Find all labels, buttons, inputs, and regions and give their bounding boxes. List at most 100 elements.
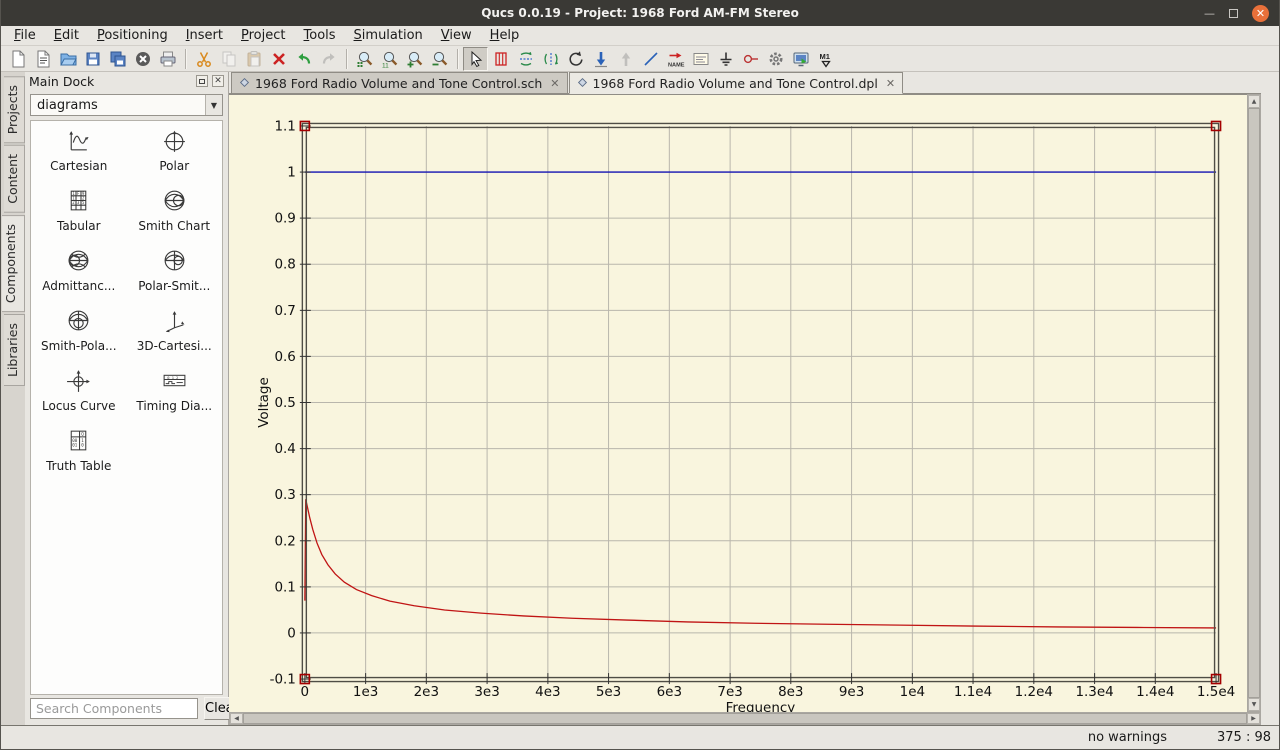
menu-file[interactable]: File [5,27,45,45]
diagram-item-polar-diagram[interactable]: Polar [127,127,223,187]
polar-diagram-icon [161,127,188,158]
diagram-item-polar-smith-diagram[interactable]: Polar-Smit... [127,247,223,307]
scroll-left-icon[interactable]: ◀ [230,713,243,724]
y-tick-label: 0.7 [274,303,295,319]
new-document-button[interactable] [5,47,30,71]
search-input[interactable] [30,698,198,719]
document-tab-0[interactable]: 1968 Ford Radio Volume and Tone Control.… [231,72,568,93]
diagram-item-timing-diagram[interactable]: 0 1 2Timing Dia... [127,367,223,427]
diagram-item-cartesian-diagram[interactable]: Cartesian [31,127,127,187]
document-tab-label: 1968 Ford Radio Volume and Tone Control.… [255,76,542,91]
cut-button[interactable] [191,47,216,71]
insert-label-button[interactable]: NAME [663,47,688,71]
diagram-item-label: Truth Table [46,459,111,473]
x-tick-label: 5e3 [596,684,621,700]
diagram-item-admittance-smith-diagram[interactable]: Admittanc... [31,247,127,307]
menu-insert[interactable]: Insert [177,27,232,45]
zoom-fit-button[interactable] [352,47,377,71]
close-file-button[interactable] [130,47,155,71]
component-category-select[interactable]: diagrams ▼ [30,94,223,116]
y-tick-label: 0.4 [274,441,295,457]
admittance-smith-diagram-icon [65,247,92,278]
side-tab-content[interactable]: Content [4,145,25,213]
simulate-button[interactable] [763,47,788,71]
document-area: 1968 Ford Radio Volume and Tone Control.… [229,72,1279,725]
save-all-button[interactable] [105,47,130,71]
insert-port-button[interactable] [738,47,763,71]
timing-diagram-icon: 0 1 2 [161,367,188,398]
select-button[interactable] [463,47,488,71]
svg-text:01: 01 [73,443,78,448]
menu-tools[interactable]: Tools [295,27,345,45]
diagram-item-cartesian3d-diagram[interactable]: 3D-Cartesi... [127,307,223,367]
delete-button[interactable] [266,47,291,71]
mirror-x-axis-button[interactable] [513,47,538,71]
zoom-one-to-one-button[interactable]: 11 [377,47,402,71]
paste-button[interactable] [241,47,266,71]
zoom-out-button[interactable] [427,47,452,71]
side-tab-components[interactable]: Components [2,215,25,312]
scroll-right-icon[interactable]: ▶ [1247,713,1260,724]
diagram[interactable]: 01e32e33e34e35e36e37e38e39e31e41.1e41.2e… [229,95,1247,712]
diagram-item-label: 3D-Cartesi... [137,339,212,353]
plot-canvas[interactable]: 01e32e33e34e35e36e37e38e39e31e41.1e41.2e… [229,94,1247,712]
insert-ground-button[interactable] [713,47,738,71]
status-warnings: no warnings [1088,730,1167,745]
tab-close-icon[interactable]: ✕ [886,77,895,90]
menu-simulation[interactable]: Simulation [345,27,432,45]
menu-project[interactable]: Project [232,27,295,45]
side-tab-libraries[interactable]: Libraries [4,314,25,386]
mirror-y-axis-button[interactable] [538,47,563,71]
save-file-button[interactable] [80,47,105,71]
menu-edit[interactable]: Edit [45,27,88,45]
vscroll-thumb[interactable] [1248,108,1260,698]
document-tab-1[interactable]: 1968 Ford Radio Volume and Tone Control.… [569,72,904,94]
menu-help[interactable]: Help [481,27,529,45]
push-into-subcircuit-button[interactable] [588,47,613,71]
copy-button[interactable] [216,47,241,71]
scroll-down-icon[interactable]: ▼ [1248,698,1260,711]
horizontal-scrollbar[interactable]: ◀ ▶ [229,712,1261,725]
tab-close-icon[interactable]: ✕ [550,77,559,90]
diagram-item-smith-chart-diagram[interactable]: Smith Chart [127,187,223,247]
menu-view[interactable]: View [432,27,481,45]
scroll-up-icon[interactable]: ▲ [1248,95,1260,108]
rotate-button[interactable] [563,47,588,71]
deactivate-component-button[interactable] [488,47,513,71]
insert-equation-button[interactable] [688,47,713,71]
diagram-item-label: Smith Chart [138,219,210,233]
zoom-in-button[interactable] [402,47,427,71]
vertical-scrollbar[interactable]: ▲ ▼ [1247,94,1261,712]
menu-positioning[interactable]: Positioning [88,27,177,45]
undo-button[interactable] [291,47,316,71]
app-window: Qucs 0.0.19 - Project: 1968 Ford AM-FM S… [0,0,1280,750]
y-tick-label: 0.9 [274,211,295,227]
close-icon[interactable]: ✕ [1252,5,1269,22]
set-marker-button[interactable]: M1 [813,47,838,71]
new-text-document-button[interactable] [30,47,55,71]
print-button[interactable] [155,47,180,71]
x-tick-label: 1.4e4 [1136,684,1174,700]
dock-float-icon[interactable] [196,75,208,87]
redo-button[interactable] [316,47,341,71]
side-tab-strip: ProjectsContentComponentsLibraries [1,72,25,725]
hscroll-thumb[interactable] [243,713,1247,724]
dock-close-icon[interactable]: ✕ [212,75,224,87]
side-tab-projects[interactable]: Projects [4,76,25,143]
red-trace[interactable] [305,499,1216,628]
main-dock: Main Dock ✕ diagrams ▼ CartesianPolar1F9… [25,72,229,725]
view-data-display-button[interactable] [788,47,813,71]
diagram-item-locus-curve-diagram[interactable]: Locus Curve [31,367,127,427]
pop-out-button[interactable] [613,47,638,71]
maximize-icon[interactable] [1229,9,1238,18]
document-tab-bar: 1968 Ford Radio Volume and Tone Control.… [229,72,1261,94]
y-tick-label: 0.5 [274,395,295,411]
insert-wire-button[interactable] [638,47,663,71]
diagram-item-truth-table-diagram[interactable]: Q001010Truth Table [31,427,127,487]
diagram-item-tabular-diagram[interactable]: 1F912235Tabular [31,187,127,247]
minimize-icon[interactable]: — [1204,8,1215,19]
toolbar: 11 NAME M1 [1,46,1279,72]
diagram-item-smith-polar-diagram[interactable]: Smith-Pola... [31,307,127,367]
x-tick-label: 1.1e4 [954,684,992,700]
open-file-button[interactable] [55,47,80,71]
